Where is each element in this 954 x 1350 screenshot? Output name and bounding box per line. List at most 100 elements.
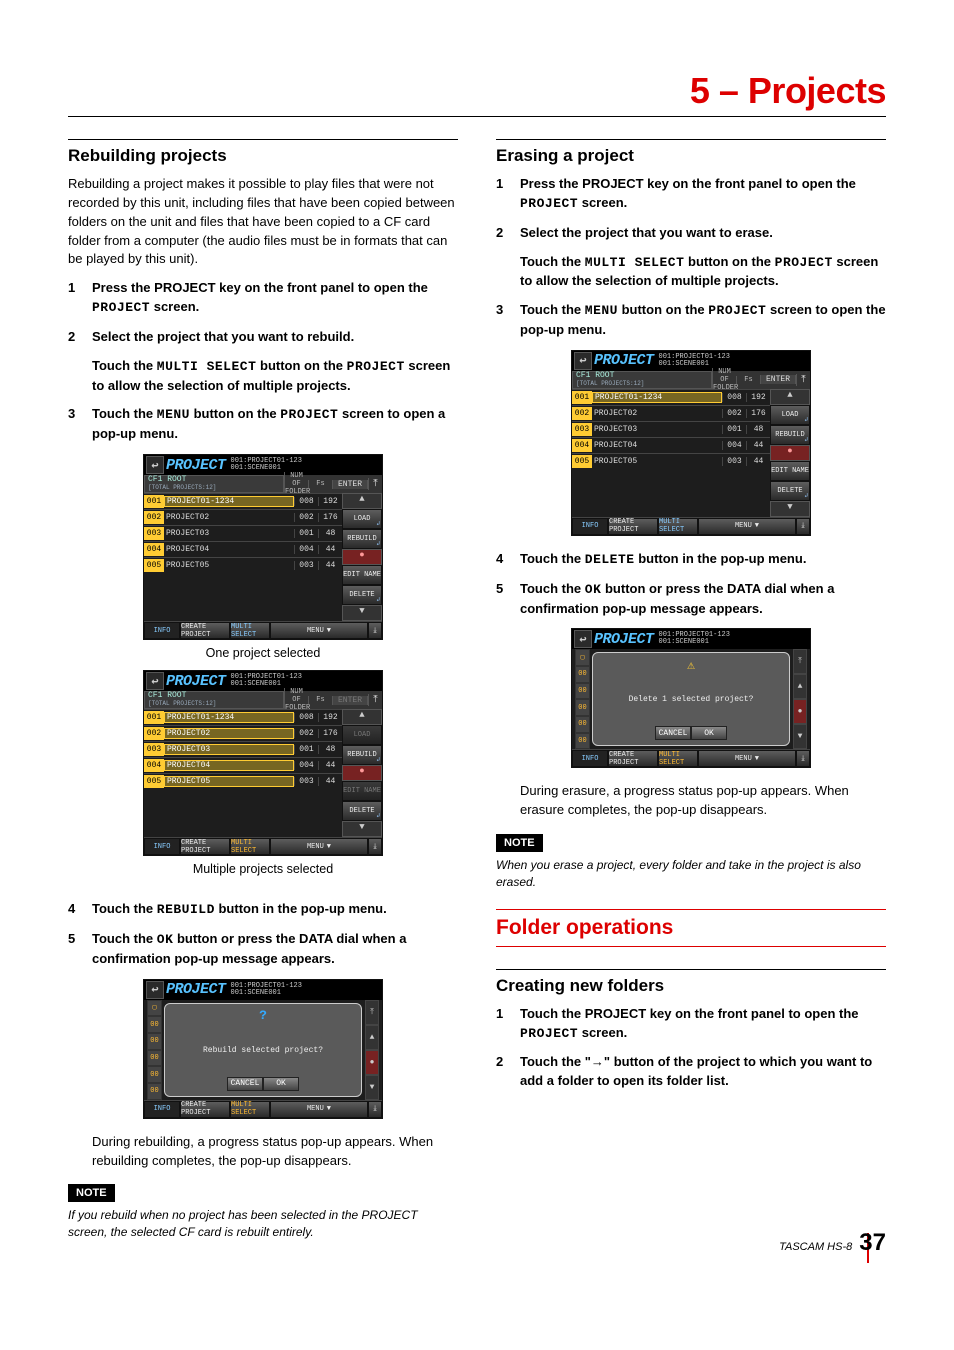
menu-load[interactable]: LOAD↲ (342, 509, 382, 529)
stripe-cell: 00 (575, 716, 590, 733)
cancel-button[interactable]: CANCEL (227, 1077, 263, 1091)
scroll-top-icon[interactable]: ⤒ (793, 649, 807, 674)
table-row[interactable]: 002PROJECT02002176 (144, 509, 342, 525)
scroll-up-icon[interactable]: ▲ (365, 1025, 379, 1050)
step-text: Touch the OK button or press the DATA di… (92, 930, 458, 969)
table-row[interactable]: 003PROJECT0300148 (572, 421, 770, 437)
root-cell[interactable]: CF1 ROOT[TOTAL PROJECTS:12] (572, 371, 712, 389)
table-row[interactable]: 004PROJECT0400444 (144, 541, 342, 557)
root-cell[interactable]: CF1 ROOT[TOTAL PROJECTS:12] (144, 691, 284, 709)
back-icon[interactable]: ↩ (574, 352, 592, 370)
cancel-button[interactable]: CANCEL (655, 726, 691, 740)
scroll-mid-icon[interactable]: ● (793, 699, 807, 724)
scroll-down-icon[interactable]: ▼ (770, 501, 810, 517)
root-cell[interactable]: CF1 ROOT[TOTAL PROJECTS:12] (144, 475, 284, 493)
table-row[interactable]: 002PROJECT02002176 (572, 405, 770, 421)
scroll-up-icon[interactable]: ▲ (770, 389, 810, 405)
create-project-button[interactable]: CREATE PROJECT (180, 838, 230, 855)
back-icon[interactable]: ↩ (146, 456, 164, 474)
table-row[interactable]: 004PROJECT0400444 (572, 437, 770, 453)
menu-rebuild[interactable]: REBUILD↲ (770, 425, 810, 445)
table-row[interactable]: 005PROJECT0500344 (144, 773, 342, 789)
create-project-button[interactable]: CREATE PROJECT (608, 518, 658, 535)
scroll-top-icon[interactable]: ⤒ (796, 374, 810, 386)
info-button[interactable]: INFO (572, 518, 608, 535)
multi-select-button[interactable]: MULTI SELECT (230, 838, 270, 855)
scroll-bottom-icon[interactable]: ⤓ (368, 1101, 382, 1118)
row-c1: 004 (722, 441, 746, 450)
t: Press the (520, 176, 582, 191)
table-row[interactable]: 002PROJECT02002176 (144, 725, 342, 741)
scroll-bottom-icon[interactable]: ⤓ (368, 622, 382, 639)
enter-button[interactable]: ENTER (760, 375, 796, 384)
table-row[interactable]: 001PROJECT01-1234008192 (144, 709, 342, 725)
scroll-up-icon[interactable]: ▲ (342, 493, 382, 509)
create-project-button[interactable]: CREATE PROJECT (608, 750, 658, 767)
scroll-top-icon[interactable]: ⤒ (368, 694, 382, 706)
scroll-down-icon[interactable]: ▼ (342, 821, 382, 837)
table-row[interactable]: 005PROJECT0500344 (572, 453, 770, 469)
multi-select-button[interactable]: MULTI SELECT (230, 1101, 270, 1118)
ok-button[interactable]: OK (691, 726, 727, 740)
scroll-up-icon[interactable]: ▲ (342, 709, 382, 725)
table-row[interactable]: 001PROJECT01-1234008192 (144, 493, 342, 509)
info-button[interactable]: INFO (144, 1101, 180, 1118)
menu-delete[interactable]: DELETE↲ (342, 801, 382, 821)
multi-select-button[interactable]: MULTI SELECT (658, 518, 698, 535)
lcd-project-multi: ↩ PROJECT 001:PROJECT01-123001:SCENE001 … (143, 670, 383, 856)
row-c2: 176 (318, 729, 342, 738)
enter-button[interactable]: ENTER (332, 480, 368, 489)
intro-para: Rebuilding a project makes it possible t… (68, 175, 458, 269)
table-row[interactable]: 005PROJECT0500344 (144, 557, 342, 573)
table-row[interactable]: 001PROJECT01-1234008192 (572, 389, 770, 405)
menu-button[interactable]: MENU▼ (698, 750, 796, 767)
scroll-bottom-icon[interactable]: ⤓ (368, 838, 382, 855)
table-row[interactable]: 004PROJECT0400444 (144, 757, 342, 773)
multi-select-button[interactable]: MULTI SELECT (230, 622, 270, 639)
scroll-mid-icon[interactable]: ● (365, 1050, 379, 1075)
caption: Multiple projects selected (193, 862, 333, 876)
ok-button[interactable]: OK (263, 1077, 299, 1091)
row-idx: 005 (572, 455, 592, 468)
scroll-down-icon[interactable]: ▼ (365, 1075, 379, 1100)
scroll-down-icon[interactable]: ▼ (342, 605, 382, 621)
left-column: Rebuilding projects Rebuilding a project… (68, 139, 458, 1251)
menu-button[interactable]: MENU▼ (270, 622, 368, 639)
note-tag: NOTE (68, 1184, 115, 1202)
back-icon[interactable]: ↩ (146, 981, 164, 999)
back-icon[interactable]: ↩ (574, 630, 592, 648)
menu-delete[interactable]: DELETE↲ (770, 481, 810, 501)
scroll-mid-icon[interactable]: ● (342, 549, 382, 565)
info-button[interactable]: INFO (572, 750, 608, 767)
table-row[interactable]: 003PROJECT0300148 (144, 741, 342, 757)
row-name: PROJECT05 (592, 457, 722, 466)
scroll-top-icon[interactable]: ⤒ (368, 478, 382, 490)
menu-edit-name[interactable]: EDIT NAME (770, 461, 810, 481)
menu-load[interactable]: LOAD↲ (770, 405, 810, 425)
back-icon[interactable]: ↩ (146, 672, 164, 690)
scroll-bottom-icon[interactable]: ⤓ (796, 518, 810, 535)
scroll-mid-icon[interactable]: ● (770, 445, 810, 461)
scroll-bottom-icon[interactable]: ⤓ (796, 750, 810, 767)
info-button[interactable]: INFO (144, 622, 180, 639)
scroll-mid-icon[interactable]: ● (342, 765, 382, 781)
scroll-up-icon[interactable]: ▲ (793, 674, 807, 699)
menu-button[interactable]: MENU▼ (698, 518, 796, 535)
t: key on the front panel to open the (216, 280, 428, 295)
row-name: PROJECT04 (164, 545, 294, 554)
menu-rebuild[interactable]: REBUILD↲ (342, 529, 382, 549)
menu-button[interactable]: MENU▼ (270, 1101, 368, 1118)
multi-select-button[interactable]: MULTI SELECT (658, 750, 698, 767)
row-idx: 003 (572, 423, 592, 436)
menu-edit-name[interactable]: EDIT NAME (342, 565, 382, 585)
menu-button[interactable]: MENU▼ (270, 838, 368, 855)
create-project-button[interactable]: CREATE PROJECT (180, 622, 230, 639)
menu-rebuild[interactable]: REBUILD↲ (342, 745, 382, 765)
menu-delete[interactable]: DELETE↲ (342, 585, 382, 605)
info-button[interactable]: INFO (144, 838, 180, 855)
table-row[interactable]: 003PROJECT0300148 (144, 525, 342, 541)
scroll-top-icon[interactable]: ⤒ (365, 1000, 379, 1025)
create-project-button[interactable]: CREATE PROJECT (180, 1101, 230, 1118)
stripe-cell: 00 (575, 683, 590, 700)
scroll-down-icon[interactable]: ▼ (793, 724, 807, 749)
